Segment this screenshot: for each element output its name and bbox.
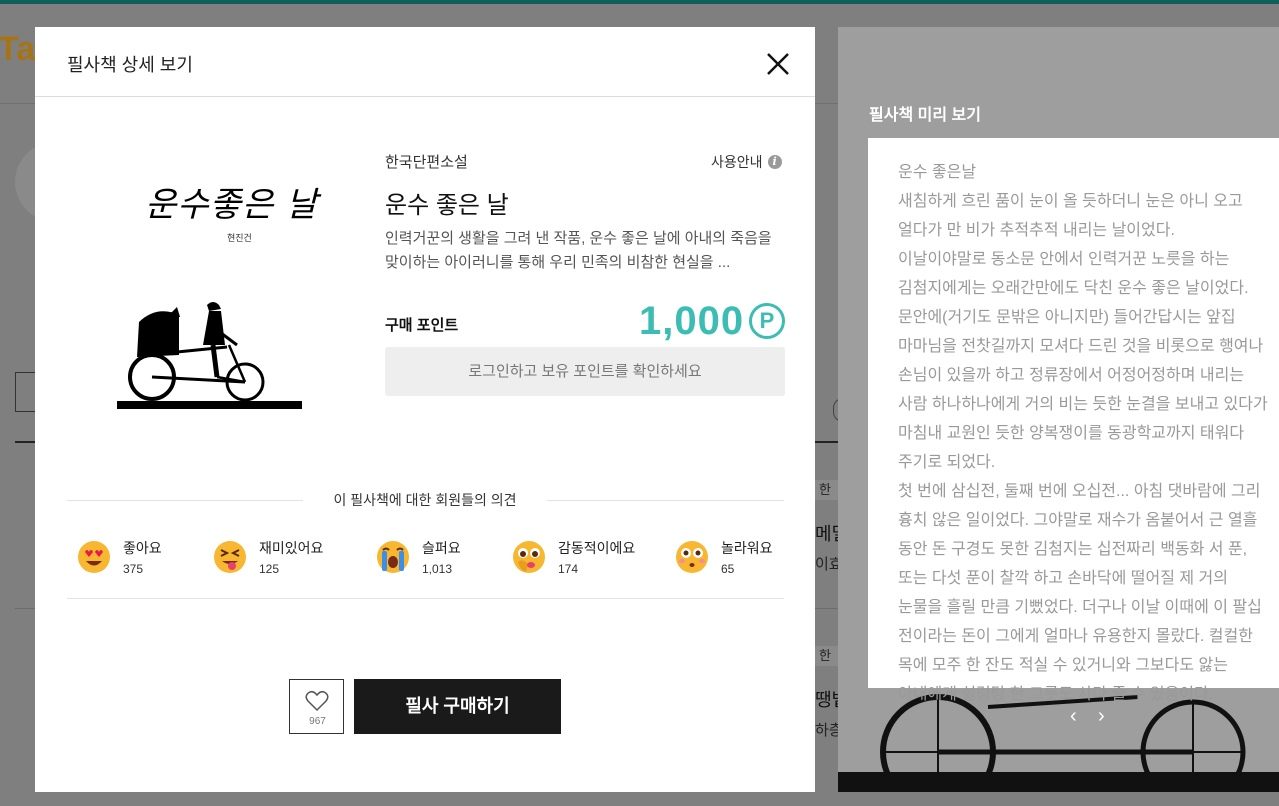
usage-guide-label: 사용안내 [711,152,763,172]
reaction-list: 좋아요 375 재미있어요 125 [67,532,784,594]
reaction-count: 125 [259,562,323,576]
preview-title: 필사책 미리 보기 [869,101,981,125]
background-tag: 한국 [815,646,839,666]
preview-text: 운수 좋은날 새침하게 흐린 품이 눈이 올 듯하더니 눈은 아니 오고 얼다가… [898,158,1274,709]
site-logo: Ta [0,30,35,69]
reaction-funny[interactable]: 재미있어요 125 [213,532,323,582]
background-item-subtitle: 하층 [815,719,839,740]
cover-title: 운수좋은 날 [145,177,318,226]
reaction-label: 놀라워요 [721,538,773,558]
background-tag: 한국 [815,480,839,500]
buy-button[interactable]: 필사 구매하기 [354,679,561,734]
squinting-tongue-emoji-icon [213,540,247,574]
usage-guide-link[interactable]: 사용안내 i [711,152,782,172]
heart-icon [305,690,329,712]
opinion-divider-right [547,500,784,501]
login-prompt-button[interactable]: 로그인하고 보유 포인트를 확인하세요 [385,347,785,396]
reaction-count: 1,013 [422,562,461,576]
book-description: 인력거꾼의 생활을 그려 낸 작품, 운수 좋은 날에 아내의 죽음을 맞이하는… [385,227,787,275]
background-item-title: 메밀 [815,520,839,546]
close-button[interactable] [763,49,793,79]
reaction-sad[interactable]: 슬퍼요 1,013 [376,532,461,582]
preview-page: 운수 좋은날 새침하게 흐린 품이 눈이 올 듯하더니 눈은 아니 오고 얼다가… [868,138,1279,688]
rickshaw-illustration [117,297,302,412]
book-genre: 한국단편소설 [385,151,468,172]
close-icon [763,49,793,79]
previous-page-button[interactable]: ‹ [1070,705,1088,727]
purchase-points-value: 1,000 [639,299,744,344]
reaction-like[interactable]: 좋아요 375 [77,532,162,582]
reaction-count: 65 [721,562,773,576]
modal-header: 필사책 상세 보기 [35,27,815,97]
holding-back-tears-emoji-icon [512,540,546,574]
crying-emoji-icon [376,540,410,574]
opinions-title: 이 필사책에 대한 회원들의 의견 [303,490,547,510]
top-accent-bar [0,0,1279,4]
like-button[interactable]: 967 [289,679,344,734]
background-item-subtitle: 이효 [815,553,839,574]
reaction-count: 375 [123,562,162,576]
reaction-count: 174 [558,562,635,576]
reaction-touched[interactable]: 감동적이에요 174 [512,532,635,582]
reaction-label: 감동적이에요 [558,538,635,558]
info-icon: i [768,155,782,169]
reaction-label: 좋아요 [123,538,162,558]
next-page-button[interactable]: › [1098,705,1116,727]
book-detail-modal: 필사책 상세 보기 운수좋은 날 현진건 한국단편소설 사 [35,27,815,792]
book-title: 운수 좋은 날 [385,185,509,220]
preview-panel: 필사책 미리 보기 운수 좋은날 새침하게 흐린 품이 눈이 올 듯하더니 눈은… [838,27,1279,792]
opinion-divider-left [67,500,303,501]
reaction-surprised[interactable]: 놀라워요 65 [675,532,773,582]
reaction-label: 슬퍼요 [422,538,461,558]
flushed-emoji-icon [675,540,709,574]
points-icon: P [749,303,785,339]
cover-author: 현진건 [227,231,252,244]
heart-eyes-emoji-icon [77,540,111,574]
like-count: 967 [290,716,345,727]
book-cover: 운수좋은 날 현진건 [67,127,349,427]
reactions-divider [67,598,784,599]
background-item-title: 땡볕 [815,686,839,712]
modal-title: 필사책 상세 보기 [67,51,193,77]
purchase-points-label: 구매 포인트 [385,314,458,335]
reaction-label: 재미있어요 [259,538,323,558]
